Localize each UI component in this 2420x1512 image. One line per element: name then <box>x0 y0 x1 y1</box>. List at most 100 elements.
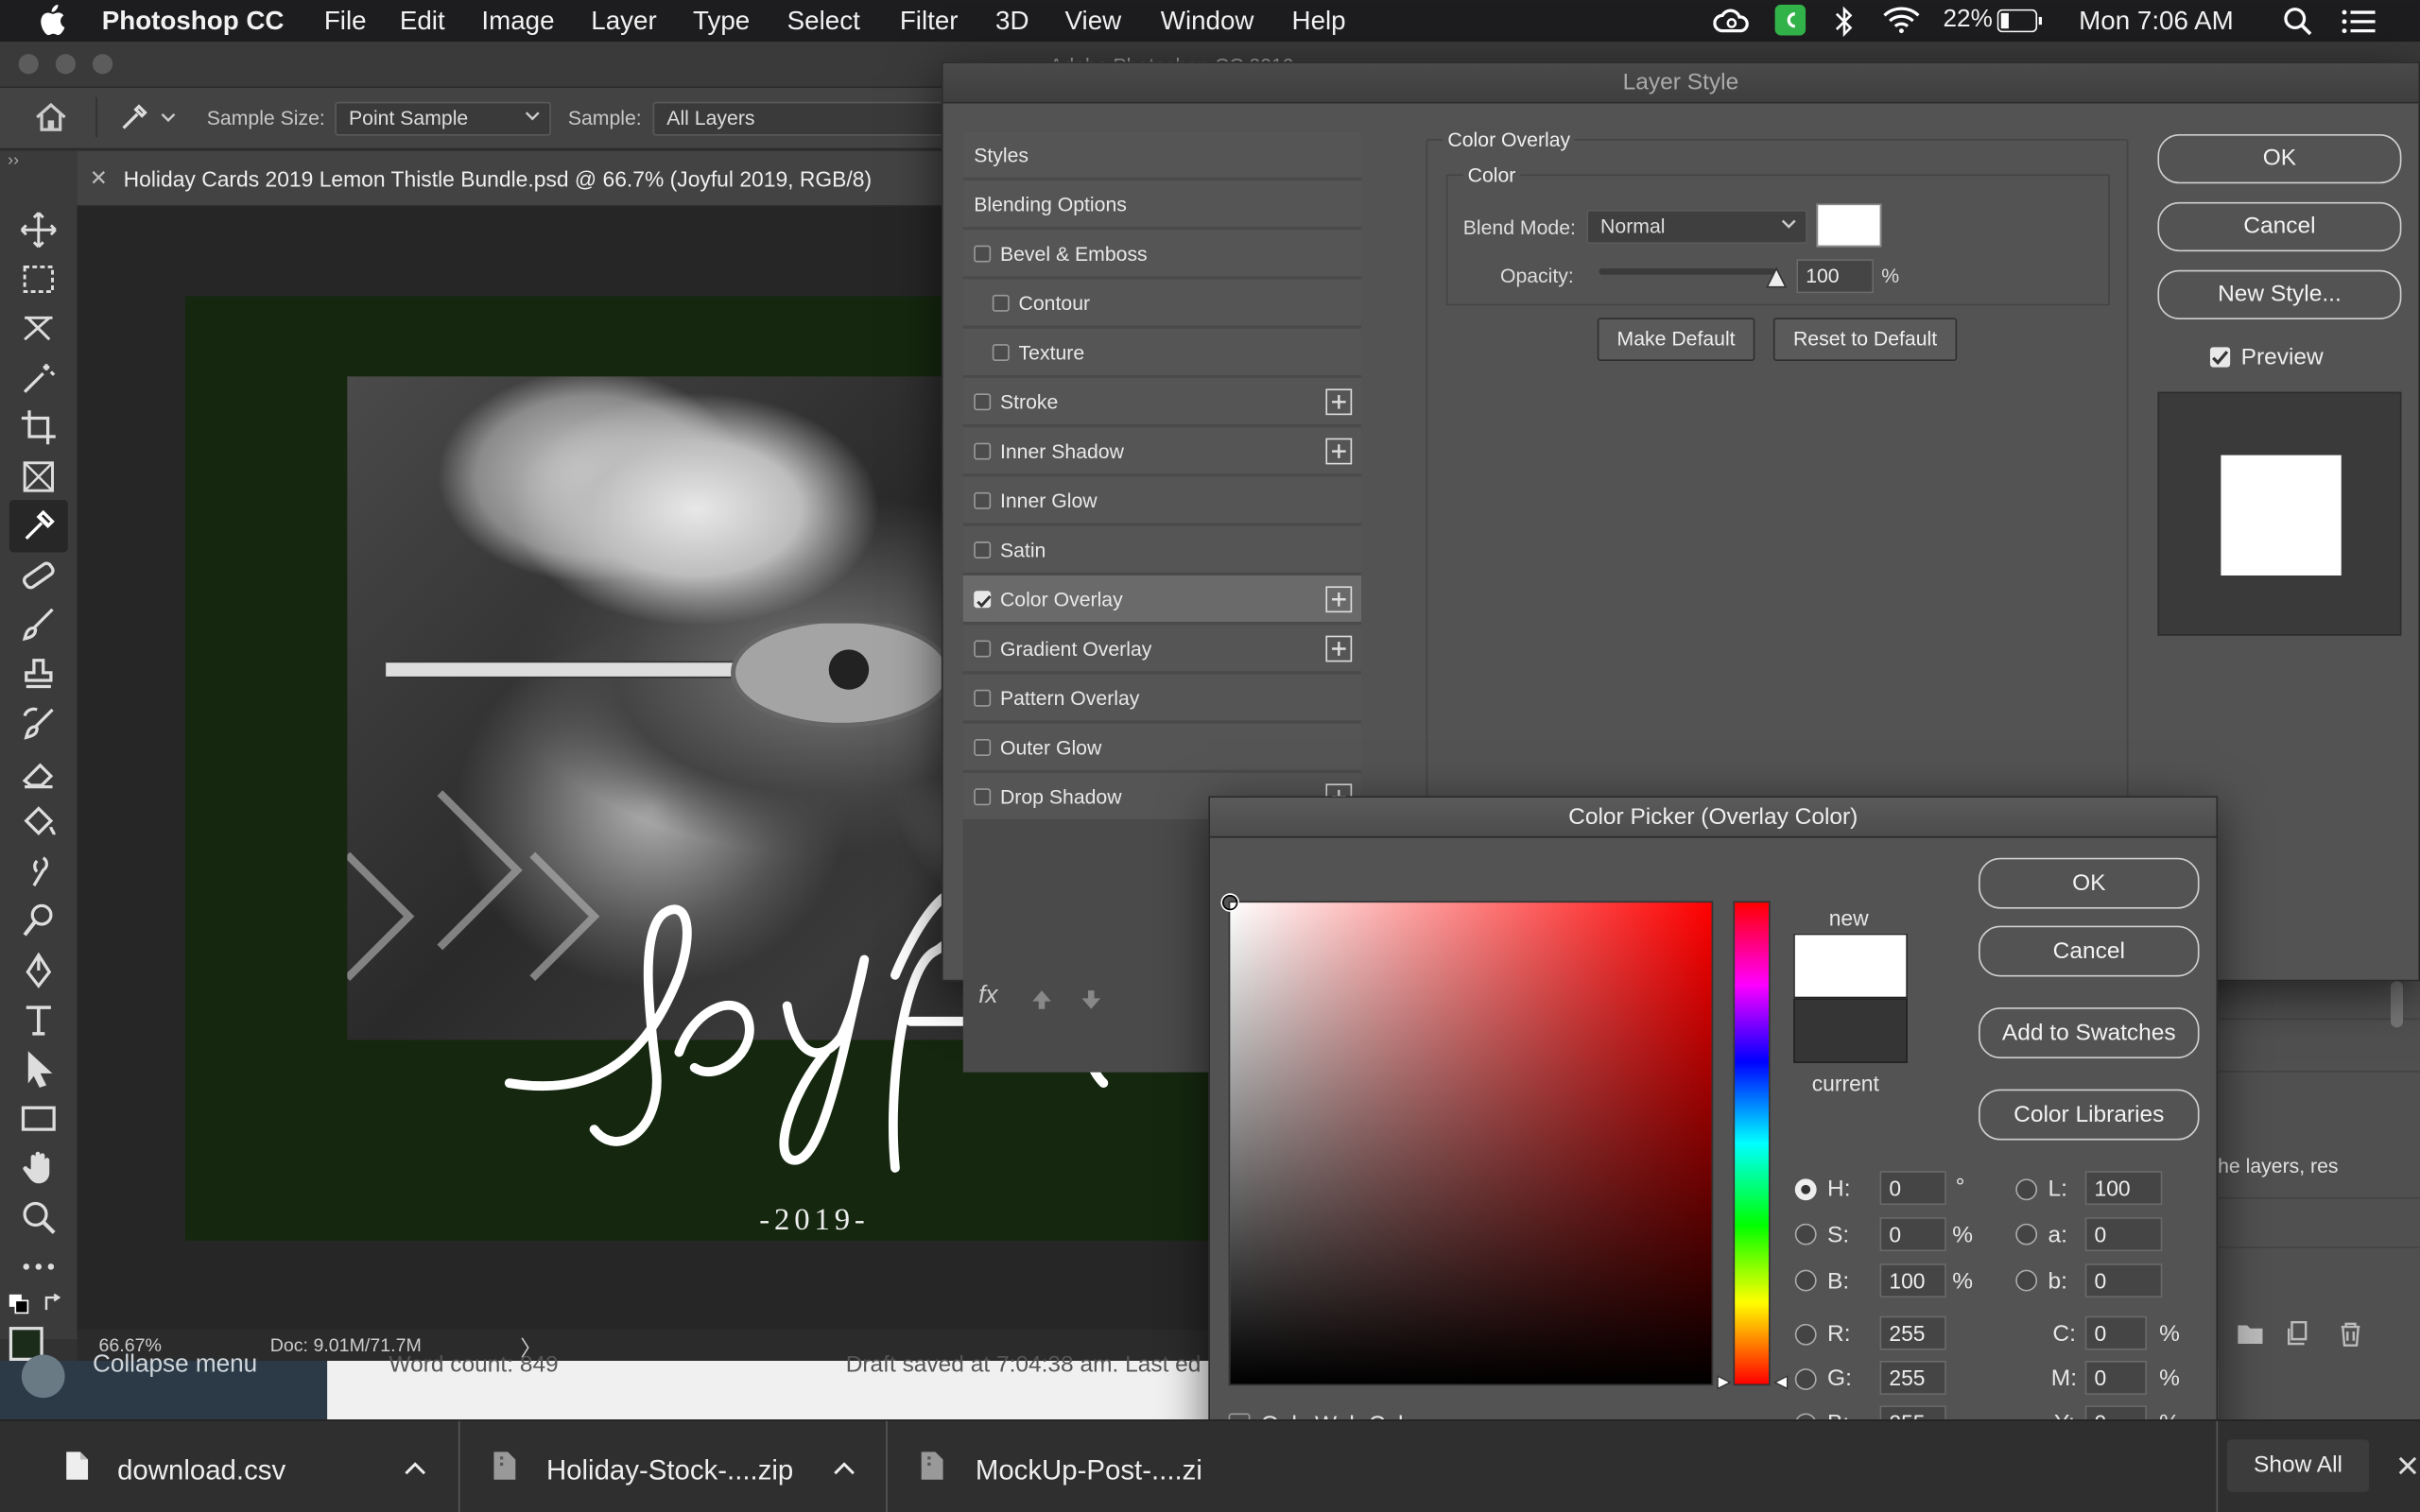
style-item-inner-glow[interactable]: Inner Glow <box>962 476 1361 525</box>
style-item-gradient-overlay[interactable]: Gradient Overlay <box>962 625 1361 673</box>
magic-wand-tool-icon[interactable] <box>19 358 59 398</box>
creative-cloud-icon[interactable] <box>1713 8 1750 35</box>
sample-size-select[interactable]: Point Sample <box>335 101 551 136</box>
menu-help[interactable]: Help <box>1292 7 1346 38</box>
notification-center-icon[interactable] <box>2342 8 2376 35</box>
move-tool-icon[interactable] <box>19 210 59 249</box>
menu-edit[interactable]: Edit <box>400 7 445 38</box>
blend-mode-select[interactable]: Normal <box>1586 210 1807 244</box>
menu-image[interactable]: Image <box>481 7 554 38</box>
apple-logo-icon[interactable] <box>37 4 65 36</box>
add-style-plus-icon[interactable] <box>1325 635 1353 662</box>
add-style-plus-icon[interactable] <box>1325 388 1353 416</box>
add-to-swatches-button[interactable]: Add to Swatches <box>1979 1007 2200 1058</box>
style-checkbox[interactable] <box>974 739 992 756</box>
lab-l-radio[interactable] <box>2015 1178 2038 1201</box>
clone-stamp-tool-icon[interactable] <box>19 654 59 694</box>
close-downloads-icon[interactable] <box>2397 1455 2419 1477</box>
style-item-bevel-emboss[interactable]: Bevel & Emboss <box>962 230 1361 278</box>
style-item-blending-options[interactable]: Blending Options <box>962 180 1361 229</box>
reset-to-default-button[interactable]: Reset to Default <box>1772 318 1958 362</box>
opacity-slider-track[interactable] <box>1599 268 1777 275</box>
magenta-input[interactable]: 0 <box>2084 1361 2148 1395</box>
lasso-tool-icon[interactable] <box>19 309 59 349</box>
opacity-input[interactable]: 100 <box>1796 259 1875 294</box>
battery-icon[interactable] <box>1996 9 2044 33</box>
evernote-icon[interactable] <box>1774 4 1806 36</box>
green-input[interactable]: 255 <box>1879 1361 1946 1395</box>
color-libraries-button[interactable]: Color Libraries <box>1979 1089 2200 1141</box>
close-tab-icon[interactable]: ✕ <box>90 165 108 192</box>
hue-slider-right-arrow-icon[interactable] <box>1773 1375 1789 1390</box>
menu-clock[interactable]: Mon 7:06 AM <box>2079 7 2234 38</box>
style-checkbox[interactable] <box>974 491 992 509</box>
color-field-cursor[interactable] <box>1222 894 1238 911</box>
new-layer-icon[interactable] <box>2288 1320 2312 1346</box>
layer-style-cancel-button[interactable]: Cancel <box>2157 201 2402 252</box>
style-checkbox[interactable] <box>974 245 992 263</box>
style-checkbox[interactable] <box>992 294 1010 312</box>
eyedropper-tool-icon[interactable] <box>117 100 151 134</box>
chevron-up-icon[interactable] <box>405 1461 426 1475</box>
brightness-radio[interactable] <box>1794 1269 1817 1292</box>
style-item-contour[interactable]: Contour <box>962 279 1361 328</box>
menu-filter[interactable]: Filter <box>900 7 959 38</box>
style-checkbox[interactable] <box>974 640 992 658</box>
frame-tool-icon[interactable] <box>19 456 59 496</box>
window-zoom-button[interactable] <box>92 54 113 75</box>
spotlight-search-icon[interactable] <box>2283 7 2314 38</box>
red-input[interactable]: 255 <box>1879 1315 1946 1350</box>
wifi-icon[interactable] <box>1881 7 1921 34</box>
style-checkbox[interactable] <box>974 689 992 707</box>
move-up-icon[interactable] <box>1031 989 1053 1011</box>
smudge-tool-icon[interactable] <box>19 851 59 891</box>
style-item-outer-glow[interactable]: Outer Glow <box>962 723 1361 772</box>
style-checkbox[interactable] <box>974 393 992 411</box>
style-checkbox[interactable] <box>974 442 992 460</box>
lab-l-input[interactable]: 100 <box>2084 1171 2163 1206</box>
layers-scrollbar[interactable] <box>2390 981 2404 1028</box>
green-radio[interactable] <box>1794 1368 1817 1391</box>
menu-layer[interactable]: Layer <box>591 7 656 38</box>
color-picker-cancel-button[interactable]: Cancel <box>1979 925 2200 977</box>
menu-window[interactable]: Window <box>1161 7 1254 38</box>
style-checkbox[interactable] <box>974 591 992 609</box>
menu-file[interactable]: File <box>324 7 367 38</box>
type-tool-icon[interactable] <box>19 1000 59 1040</box>
zoom-tool-icon[interactable] <box>19 1197 59 1237</box>
brush-tool-icon[interactable] <box>19 605 59 644</box>
more-tools-icon[interactable] <box>19 1246 59 1286</box>
download-item-csv[interactable]: download.csv <box>0 1420 460 1512</box>
make-default-button[interactable]: Make Default <box>1597 318 1755 362</box>
red-radio[interactable] <box>1794 1323 1817 1346</box>
hand-tool-icon[interactable] <box>19 1148 59 1188</box>
show-all-button[interactable]: Show All <box>2226 1439 2370 1492</box>
menu-app-name[interactable]: Photoshop CC <box>102 7 285 38</box>
style-item-stroke[interactable]: Stroke <box>962 378 1361 426</box>
expand-panel-icon[interactable]: ›› <box>8 151 19 170</box>
new-style-button[interactable]: New Style... <box>2157 269 2402 319</box>
fx-button[interactable]: fx <box>978 983 997 1010</box>
menu-type[interactable]: Type <box>693 7 750 38</box>
rectangle-tool-icon[interactable] <box>19 1098 59 1138</box>
download-item-mockup-zip[interactable]: MockUp-Post-....zi <box>889 1421 1213 1512</box>
menu-view[interactable]: View <box>1065 7 1122 38</box>
dodge-tool-icon[interactable] <box>19 901 59 940</box>
style-checkbox[interactable] <box>992 344 1010 362</box>
window-minimize-button[interactable] <box>55 54 76 75</box>
style-checkbox[interactable] <box>974 788 992 806</box>
hue-radio[interactable] <box>1794 1178 1817 1201</box>
style-item-pattern-overlay[interactable]: Pattern Overlay <box>962 674 1361 723</box>
download-item-holiday-zip[interactable]: Holiday-Stock-....zip <box>461 1420 888 1512</box>
tool-preset-chevron-icon[interactable] <box>161 112 176 125</box>
delete-layer-icon[interactable] <box>2338 1321 2362 1348</box>
bluetooth-icon[interactable] <box>1834 6 1856 38</box>
swap-colors-icon[interactable] <box>43 1293 65 1314</box>
path-selection-tool-icon[interactable] <box>19 1049 59 1089</box>
home-icon[interactable] <box>34 102 68 133</box>
lab-a-radio[interactable] <box>2015 1223 2038 1246</box>
color-picker-ok-button[interactable]: OK <box>1979 857 2200 909</box>
color-field[interactable] <box>1222 894 1714 1386</box>
lab-a-input[interactable]: 0 <box>2084 1217 2163 1252</box>
menu-select[interactable]: Select <box>787 7 860 38</box>
